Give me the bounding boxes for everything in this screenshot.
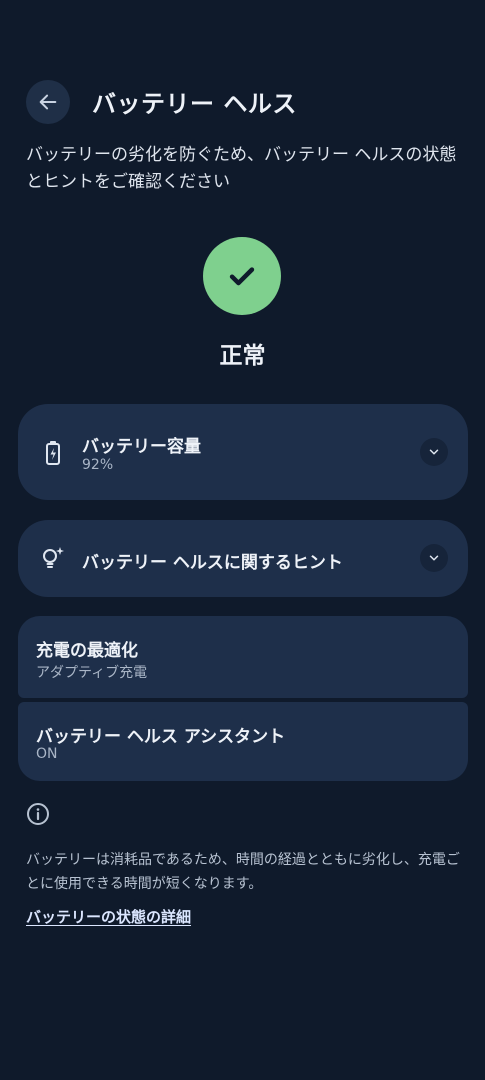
battery-capacity-title: バッテリー容量 [82,437,201,457]
tips-expand-button[interactable] [420,544,448,572]
battery-health-assistant-item[interactable]: バッテリー ヘルス アシスタント ON [18,702,468,781]
capacity-expand-button[interactable] [420,438,448,466]
charging-optimization-title: 充電の最適化 [36,641,138,661]
checkmark-icon [229,267,255,286]
battery-footnote: バッテリーは消耗品であるため、時間の経過とともに劣化し、充電ごとに使用できる時間… [26,852,460,892]
page-subtitle: バッテリーの劣化を防ぐため、バッテリー ヘルスの状態とヒントをご確認ください [26,145,457,192]
lightbulb-sparkle-icon [40,543,66,573]
battery-tips-title: バッテリー ヘルスに関するヒント [82,553,343,573]
info-icon [27,803,49,825]
battery-charging-icon [40,438,66,468]
charging-optimization-item[interactable]: 充電の最適化 アダプティブ充電 [18,616,468,698]
status-label: 正常 [219,343,266,369]
back-button[interactable] [26,80,70,124]
battery-capacity-value: 92% [82,457,114,473]
battery-capacity-card[interactable]: バッテリー容量 92% [18,404,468,500]
chevron-down-icon [429,449,439,455]
status-indicator [203,237,281,315]
chevron-down-icon [429,555,439,561]
battery-tips-card[interactable]: バッテリー ヘルスに関するヒント [18,520,468,597]
charging-optimization-value: アダプティブ充電 [36,665,148,681]
back-arrow-icon [39,94,57,110]
battery-details-link[interactable]: バッテリーの状態の詳細 [26,906,191,927]
battery-health-assistant-title: バッテリー ヘルス アシスタント [36,727,286,747]
battery-health-page: バッテリー ヘルス バッテリーの劣化を防ぐため、バッテリー ヘルスの状態とヒント… [0,0,485,1080]
battery-health-assistant-value: ON [36,746,58,762]
page-title: バッテリー ヘルス [92,90,297,118]
